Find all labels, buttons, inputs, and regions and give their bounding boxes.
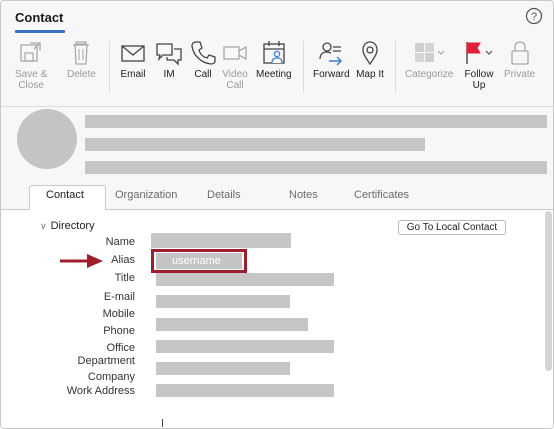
trash-icon	[73, 41, 90, 65]
ribbon-separator	[109, 41, 110, 93]
directory-section-label: Directory	[50, 220, 95, 232]
redacted-info-line	[85, 138, 425, 151]
help-icon[interactable]: ?	[525, 7, 543, 25]
meeting-label: Meeting	[256, 69, 292, 80]
field-label-title: Title	[114, 272, 135, 284]
ribbon-tab-indicator	[15, 30, 65, 33]
ribbon-separator	[303, 41, 304, 93]
chevron-down-icon: ∨	[40, 220, 47, 231]
directory-section-toggle[interactable]: ∨ Directory	[40, 220, 95, 232]
field-label-company: Company	[87, 371, 135, 383]
field-label-email: E-mail	[103, 291, 135, 303]
save-close-label: Save & Close	[15, 69, 48, 91]
contact-window: Contact ? Save & Close Delete Email IM C…	[0, 0, 554, 429]
phone-value[interactable]	[156, 318, 308, 331]
field-label-phone: Phone	[103, 325, 135, 337]
forward-label: Forward	[313, 69, 350, 80]
map-it-label: Map It	[356, 69, 384, 80]
video-camera-icon	[223, 45, 247, 61]
calendar-person-icon	[263, 41, 285, 64]
text-caret	[162, 419, 163, 427]
forward-contact-icon	[319, 42, 343, 66]
svg-text:?: ?	[531, 11, 537, 23]
alias-value[interactable]: username	[156, 253, 242, 269]
im-button[interactable]: IM	[155, 39, 183, 80]
email-button[interactable]: Email	[119, 39, 147, 80]
redacted-name-line	[85, 115, 547, 128]
name-value[interactable]	[151, 233, 291, 248]
tab-notes[interactable]: Notes	[289, 189, 318, 201]
categorize-icon	[415, 43, 445, 62]
email-label: Email	[120, 69, 146, 80]
email-value[interactable]	[156, 295, 290, 308]
phone-icon	[191, 41, 216, 65]
field-label-work-address: Work Address	[66, 385, 135, 397]
field-label-mobile: Mobile	[102, 308, 135, 320]
categorize-button[interactable]: Categorize	[405, 39, 453, 80]
redacted-info-line	[85, 161, 547, 174]
map-pin-icon	[362, 41, 378, 66]
forward-button[interactable]: Forward	[313, 39, 350, 80]
tab-details[interactable]: Details	[207, 189, 241, 201]
follow-up-label: Follow Up	[464, 69, 494, 91]
work-address-value[interactable]	[156, 384, 334, 397]
title-value[interactable]	[156, 273, 334, 286]
go-to-local-contact-button[interactable]: Go To Local Contact	[398, 220, 506, 235]
delete-button[interactable]: Delete	[67, 39, 96, 80]
video-call-label: Video Call	[222, 69, 248, 91]
delete-label: Delete	[67, 69, 96, 80]
im-label: IM	[163, 69, 175, 80]
tab-contact[interactable]: Contact	[46, 189, 84, 201]
map-it-button[interactable]: Map It	[356, 39, 384, 80]
private-label: Private	[504, 69, 536, 80]
office-value[interactable]	[156, 340, 334, 353]
save-close-button[interactable]: Save & Close	[15, 39, 47, 91]
field-label-alias: Alias	[111, 254, 135, 266]
save-close-icon	[20, 42, 41, 62]
tab-certificates[interactable]: Certificates	[354, 189, 409, 201]
categorize-label: Categorize	[405, 69, 454, 80]
meeting-button[interactable]: Meeting	[256, 39, 292, 80]
call-button[interactable]: Call	[189, 39, 217, 80]
avatar[interactable]	[17, 109, 77, 169]
call-label: Call	[194, 69, 212, 80]
private-button[interactable]: Private	[504, 39, 535, 80]
arrow-right-icon	[60, 254, 103, 268]
flag-icon	[466, 42, 493, 64]
video-call-button[interactable]: Video Call	[221, 39, 249, 91]
lock-icon	[510, 41, 529, 65]
vertical-scrollbar[interactable]	[545, 211, 552, 371]
envelope-icon	[121, 45, 145, 62]
follow-up-button[interactable]: Follow Up	[462, 39, 496, 91]
chat-bubbles-icon	[156, 43, 182, 66]
department-value[interactable]	[156, 362, 290, 375]
field-label-office: Office	[106, 342, 135, 354]
field-label-name: Name	[105, 236, 135, 248]
ribbon-separator	[395, 41, 396, 93]
field-label-department: Department	[77, 355, 135, 367]
ribbon-tab-contact[interactable]: Contact	[15, 10, 63, 25]
tab-organization[interactable]: Organization	[115, 189, 177, 201]
